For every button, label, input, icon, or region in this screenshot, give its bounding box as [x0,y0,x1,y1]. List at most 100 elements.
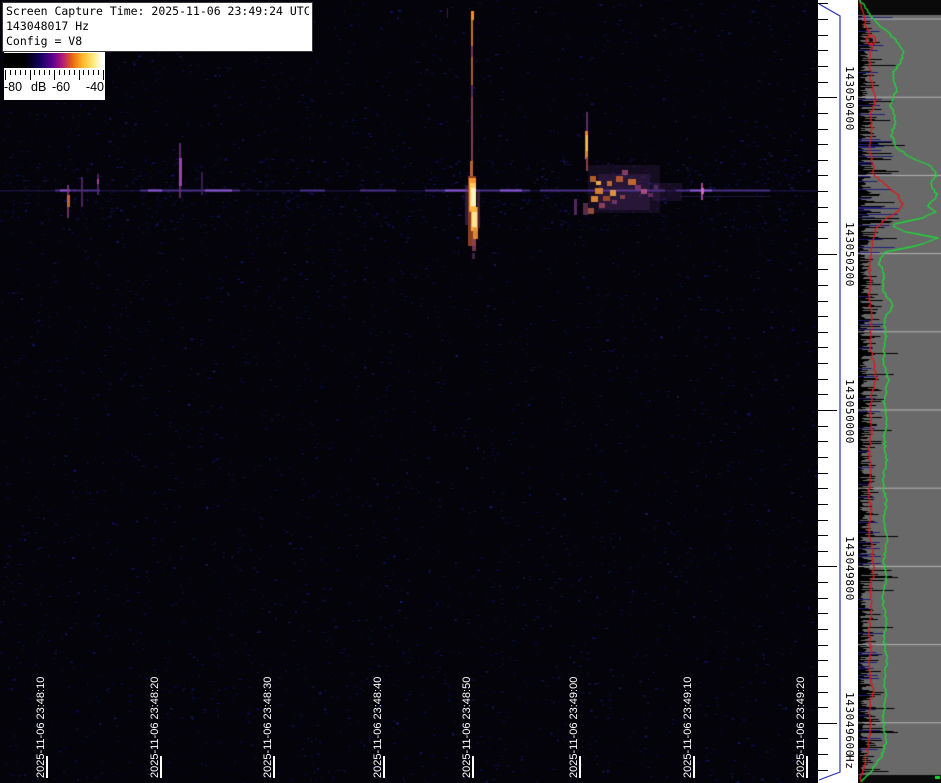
frequency-minor-tick [818,598,828,599]
frequency-minor-tick [818,19,828,20]
frequency-minor-tick [818,191,828,192]
waterfall-spectrogram [0,0,818,783]
frequency-minor-tick [818,129,828,130]
colorbar-tick [39,70,40,75]
frequency-minor-tick [818,332,828,333]
center-frequency-text: 143048017 Hz [6,19,309,34]
frequency-minor-tick [818,488,828,489]
time-tick [806,756,808,778]
info-box: Screen Capture Time: 2025-11-06 23:49:24… [2,2,313,52]
config-text: Config = V8 [6,34,309,49]
frequency-minor-tick [818,426,828,427]
frequency-label: 143050200 [843,222,856,287]
colorbar-tick [20,70,21,75]
colorbar-tick [93,70,94,75]
frequency-minor-tick [818,692,828,693]
colorbar-tick [15,70,16,75]
colorbar-tick [44,70,45,75]
colorbar-tick [103,70,104,80]
time-tick [273,756,275,778]
colorbar-tick [59,70,60,75]
colorbar-tick [74,70,75,75]
colorbar-tick [79,70,80,80]
frequency-minor-tick [818,238,828,239]
frequency-minor-tick [818,754,828,755]
colorbar-tick [49,70,50,75]
time-tick [579,756,581,778]
frequency-minor-tick [818,50,828,51]
capture-time-text: Screen Capture Time: 2025-11-06 23:49:24… [6,4,309,19]
colorbar-label-min: -80 [4,80,22,94]
colorbar-tick [98,70,99,75]
frequency-minor-tick [818,285,828,286]
spectrum-trace-canvas [858,0,941,783]
frequency-minor-tick [818,551,828,552]
colorbar-tick [30,70,31,80]
frequency-label: 143050400 [843,66,856,131]
frequency-label: 143049800 [843,536,856,601]
frequency-minor-tick [818,363,828,364]
frequency-minor-tick [818,582,828,583]
frequency-minor-tick [818,82,828,83]
colorbar-tick [25,70,26,75]
colorbar-tick [54,70,55,80]
colorbar-tick [64,70,65,75]
frequency-minor-tick [818,660,828,661]
frequency-minor-tick [818,613,828,614]
frequency-minor-tick [818,457,828,458]
colorbar-tick [10,70,11,75]
frequency-minor-tick [818,175,828,176]
frequency-minor-tick [818,301,828,302]
frequency-major-tick [818,254,837,255]
frequency-minor-tick [818,504,828,505]
time-tick [693,756,695,778]
frequency-minor-tick [818,645,828,646]
frequency-minor-tick [818,113,828,114]
colorbar-labels: -80 dB -60 -40 [4,80,105,98]
colorbar-tick [83,70,84,75]
colorbar-label-max: -40 [86,80,104,94]
spectrum-panel [858,0,941,783]
colorbar-tick [5,70,6,80]
frequency-minor-tick [818,707,828,708]
time-tick [46,756,48,778]
frequency-minor-tick [818,35,828,36]
time-tick [160,756,162,778]
colorbar-gradient [4,53,105,68]
frequency-minor-tick [818,629,828,630]
frequency-minor-tick [818,347,828,348]
frequency-major-tick [818,97,837,98]
frequency-axis: 143050400 143050200 143050000 143049800 1430… [818,0,858,783]
frequency-major-tick [818,566,837,567]
frequency-label: 143050000 [843,379,856,444]
frequency-minor-tick [818,207,828,208]
frequency-minor-tick [818,473,828,474]
frequency-minor-tick [818,738,828,739]
colorbar-ruler [5,70,104,80]
frequency-minor-tick [818,535,828,536]
frequency-minor-tick [818,269,828,270]
colorbar-label-mid: -60 [52,80,70,94]
frequency-minor-tick [818,441,828,442]
time-tick [383,756,385,778]
frequency-unit-label: Hz [843,755,856,769]
frequency-minor-tick [818,222,828,223]
colorbar-tick [88,70,89,75]
time-tick [472,756,474,778]
frequency-major-tick [818,410,837,411]
frequency-minor-tick [818,520,828,521]
spectrogram-monitor-window: 2025-11-06 23:48:102025-11-06 23:48:2020… [0,0,941,783]
frequency-minor-tick [818,160,828,161]
frequency-minor-tick [818,316,828,317]
frequency-minor-tick [818,676,828,677]
frequency-major-tick [818,723,837,724]
frequency-minor-tick [818,379,828,380]
frequency-minor-tick [818,144,828,145]
colorbar-tick [34,70,35,75]
frequency-label: 143049600 [843,692,856,757]
frequency-minor-tick [818,770,828,771]
frequency-minor-tick [818,66,828,67]
colorbar-tick [69,70,70,75]
frequency-minor-tick [818,3,828,4]
colorbar-label-unit: dB [31,80,46,94]
